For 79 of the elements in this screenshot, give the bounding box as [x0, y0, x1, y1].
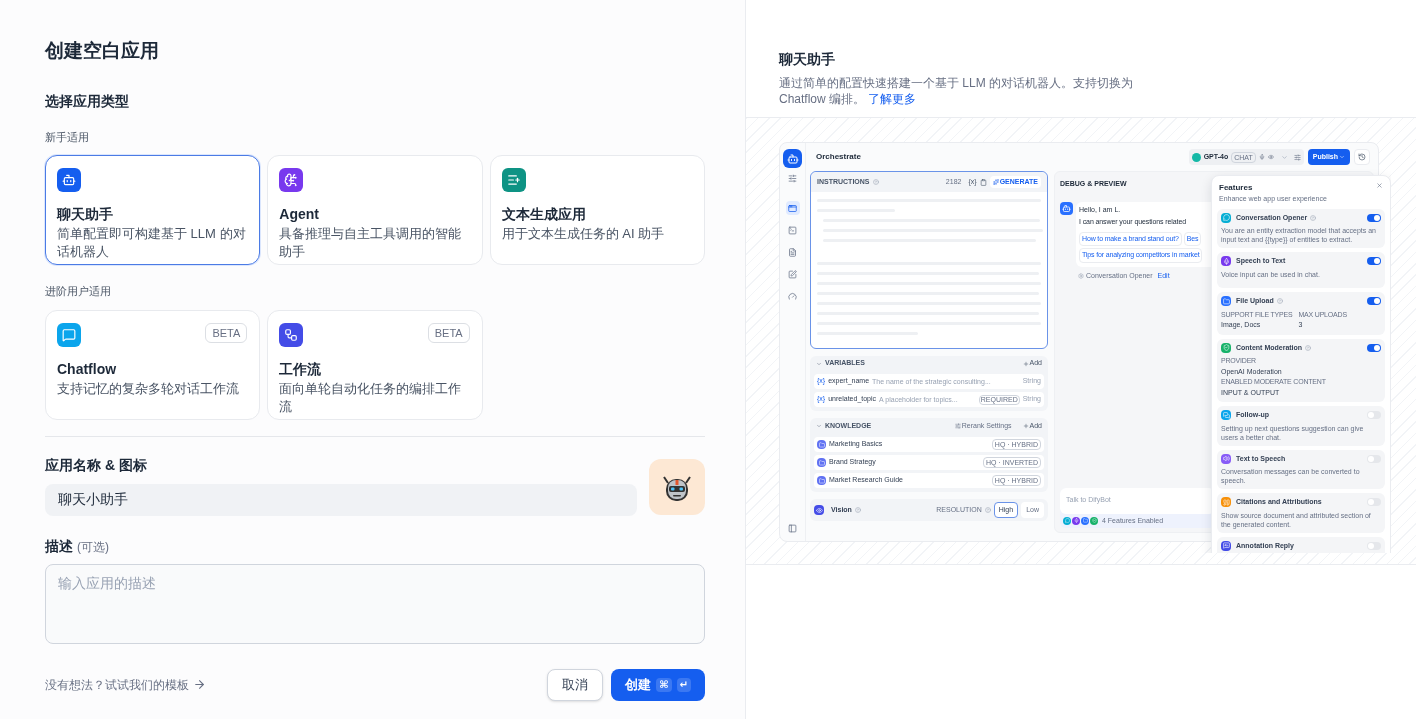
app-type-description: 具备推理与自主工具调用的智能助手	[279, 225, 463, 261]
eye-icon	[814, 505, 824, 515]
bot-avatar-icon	[1060, 201, 1073, 215]
sliders-icon	[1293, 153, 1301, 161]
feature-toggle[interactable]	[1367, 498, 1381, 507]
help-icon	[984, 507, 991, 513]
template-link[interactable]: 没有想法？试试我们的模板	[45, 675, 206, 694]
feature-toggle[interactable]	[1367, 343, 1381, 352]
app-type-card[interactable]: Agent 具备推理与自主工具调用的智能助手	[267, 155, 483, 265]
folder-icon	[817, 440, 826, 449]
preview-description: 通过简单的配置快速搭建一个基于 LLM 的对话机器人。支持切换为 Chatflow 编排。 了解更多	[779, 75, 1134, 107]
app-type-description: 支持记忆的复杂多轮对话工作流	[57, 379, 239, 398]
beta-badge: BETA	[427, 322, 470, 343]
plus-icon	[1022, 423, 1029, 429]
optional-hint: (可选)	[77, 538, 109, 556]
microphone-icon	[1258, 154, 1265, 160]
popover-title: Features	[1219, 182, 1254, 194]
create-button[interactable]: 创建 ⌘ ↵	[611, 668, 705, 701]
history-icon	[1358, 153, 1366, 161]
help-icon	[872, 179, 879, 185]
folder-icon	[1081, 516, 1089, 525]
chevron-down-icon	[1339, 154, 1345, 160]
edit-icon[interactable]	[785, 267, 800, 281]
learn-more-link[interactable]: 了解更多	[868, 92, 917, 106]
beta-badge: BETA	[205, 322, 248, 343]
plus-icon	[1022, 360, 1029, 367]
sliders-icon	[954, 423, 961, 429]
terminal-icon[interactable]	[785, 223, 800, 237]
folder-icon	[817, 458, 826, 467]
app-type-description: 用于文本生成任务的 AI 助手	[501, 225, 665, 243]
app-type-description: 简单配置即可构建基于 LLM 的对话机器人	[57, 225, 247, 261]
feature-toggle[interactable]	[1367, 541, 1381, 550]
robot-avatar[interactable]	[649, 458, 705, 515]
dialog-title: 创建空白应用	[45, 39, 160, 63]
model-logo-icon	[1191, 152, 1201, 162]
arrow-right-icon	[193, 678, 206, 691]
gear-icon	[1078, 272, 1084, 279]
app-type-title: 文本生成应用	[501, 205, 586, 224]
app-name-field[interactable]: 聊天小助手	[45, 483, 637, 516]
chat-bubble-icon	[1063, 516, 1071, 525]
bot-logo-icon	[783, 149, 802, 168]
description-field[interactable]: 输入应用的描述	[45, 563, 705, 644]
chevron-down-icon[interactable]	[816, 423, 822, 429]
app-type-card[interactable]: 聊天助手 简单配置即可构建基于 LLM 的对话机器人	[45, 155, 261, 265]
page-title: Orchestrate	[816, 151, 861, 163]
history-button[interactable]	[1354, 149, 1370, 165]
sparkle-icon	[992, 179, 999, 185]
app-type-card[interactable]: BETA Chatflow 支持记忆的复杂多轮对话工作流	[45, 309, 261, 420]
app-type-card[interactable]: BETA 工作流 面向单轮自动化任务的编排工作流	[267, 309, 483, 420]
app-type-title: Chatflow	[57, 359, 117, 379]
close-icon[interactable]	[1376, 182, 1383, 189]
preview-title: 聊天助手	[779, 50, 836, 69]
shield-icon	[1090, 516, 1098, 525]
app-type-title: 聊天助手	[57, 205, 113, 224]
feature-toggle[interactable]	[1367, 297, 1381, 306]
folder-icon	[817, 476, 826, 485]
feature-toggle[interactable]	[1367, 454, 1381, 463]
field-label: 应用名称 & 图标	[45, 455, 148, 475]
app-type-title: Agent	[279, 205, 319, 224]
microphone-icon	[1072, 516, 1080, 525]
sliders-icon[interactable]	[788, 174, 797, 183]
panel-toggle-icon[interactable]	[788, 524, 797, 533]
chevron-down-icon[interactable]	[816, 360, 822, 367]
feature-toggle[interactable]	[1367, 257, 1381, 266]
clipboard-icon[interactable]	[979, 178, 987, 186]
feature-toggle[interactable]	[1367, 213, 1381, 222]
app-type-title: 工作流	[279, 359, 322, 379]
group-label: 新手适用	[45, 129, 90, 145]
field-label: 描述	[45, 536, 73, 556]
eye-icon	[1267, 154, 1274, 160]
window-icon[interactable]	[785, 201, 800, 215]
help-icon	[854, 507, 861, 513]
chevron-down-icon	[1280, 153, 1288, 161]
app-type-description: 面向单轮自动化任务的编排工作流	[279, 379, 463, 416]
feature-toggle[interactable]	[1367, 411, 1381, 420]
group-label: 进阶用户适用	[45, 284, 112, 299]
cancel-button[interactable]: 取消	[547, 668, 604, 701]
app-type-card[interactable]: 文本生成应用 用于文本生成任务的 AI 助手	[489, 155, 705, 265]
section-heading: 选择应用类型	[45, 91, 130, 111]
